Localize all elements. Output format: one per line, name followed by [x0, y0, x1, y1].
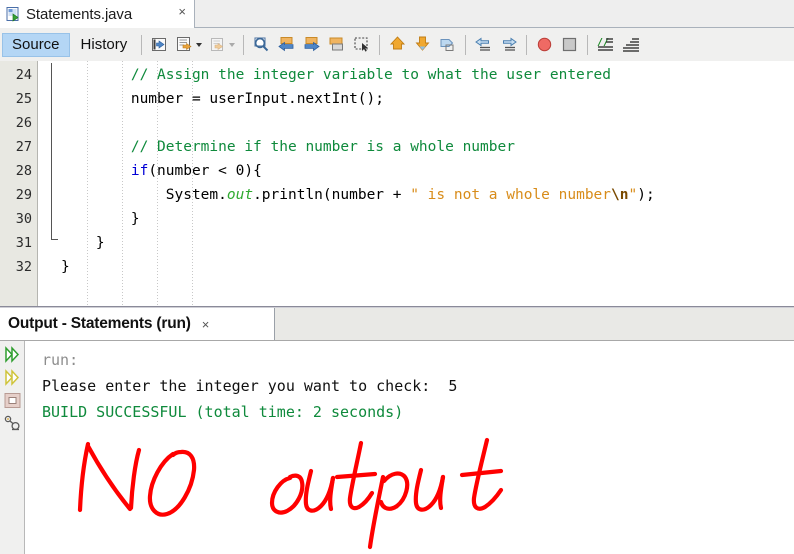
code-token: " — [628, 187, 638, 203]
code-line[interactable]: if(number < 0){ — [61, 159, 262, 183]
toolbar-group-find — [249, 34, 374, 55]
rerun-icon[interactable] — [3, 345, 22, 364]
toolbar-separator — [243, 34, 245, 55]
toolbar-group-navigation — [147, 34, 238, 55]
code-line[interactable]: } — [61, 255, 70, 279]
line-number: 24 — [15, 67, 32, 83]
output-line: BUILD SUCCESSFUL (total time: 2 seconds) — [42, 403, 404, 421]
toggle-bookmark-tag-icon[interactable] — [437, 34, 458, 55]
line-number: 26 — [15, 115, 32, 131]
last-edit-icon[interactable] — [149, 34, 170, 55]
previous-bookmark-icon[interactable] — [207, 34, 228, 55]
toggle-rectangular-selection-icon[interactable] — [351, 34, 372, 55]
editor-tab-strip: Statements.java × — [0, 0, 794, 28]
stop-macro-recording-icon[interactable] — [559, 34, 580, 55]
file-tab-label: Statements.java — [26, 5, 133, 23]
editor-toolbar: Source History // — [0, 28, 794, 62]
close-icon[interactable]: × — [202, 317, 210, 332]
code-line[interactable]: } — [61, 231, 105, 255]
code-token: number = userInput.nextInt(); — [61, 91, 385, 107]
toolbar-separator — [465, 34, 467, 55]
output-side-toolbar — [0, 341, 25, 554]
code-line[interactable]: number = userInput.nextInt(); — [61, 87, 384, 111]
code-token: } — [61, 211, 140, 227]
shift-left-icon[interactable] — [473, 34, 494, 55]
line-number: 28 — [15, 163, 32, 179]
chevron-down-disabled-icon — [229, 41, 236, 48]
find-selection-icon[interactable] — [251, 34, 272, 55]
output-body: run: Please enter the integer you want to… — [0, 340, 794, 554]
java-file-icon — [5, 6, 22, 23]
line-number: 30 — [15, 211, 32, 227]
code-line[interactable]: // Assign the integer variable to what t… — [61, 63, 611, 87]
code-text-area[interactable]: // Assign the integer variable to what t… — [61, 61, 794, 306]
output-tab[interactable]: Output - Statements (run) × — [0, 308, 275, 340]
toolbar-group-bookmarks — [385, 34, 460, 55]
output-line: run: — [42, 351, 79, 369]
tab-history[interactable]: History — [72, 33, 137, 57]
rerun-alternate-icon[interactable] — [3, 368, 22, 387]
line-number: 25 — [15, 91, 32, 107]
output-tab-label: Output - Statements (run) — [8, 315, 191, 332]
comment-icon[interactable]: // — [595, 34, 616, 55]
code-line[interactable]: } — [61, 207, 140, 231]
stop-icon[interactable] — [3, 391, 22, 410]
netbeans-window: Statements.java × Source History // 24 2… — [0, 0, 794, 554]
code-token: \n — [611, 187, 629, 203]
output-window: Output - Statements (run) × run: Please … — [0, 308, 794, 554]
toolbar-separator — [587, 34, 589, 55]
code-token: // Assign the integer variable to what t… — [130, 67, 611, 83]
shift-right-icon[interactable] — [498, 34, 519, 55]
file-tab-statements-java[interactable]: Statements.java × — [0, 0, 195, 28]
code-token: " is not a whole number — [410, 187, 612, 203]
chevron-down-icon[interactable] — [196, 41, 203, 48]
code-line[interactable]: // Determine if the number is a whole nu… — [61, 135, 515, 159]
code-token: .println(number + — [253, 187, 411, 203]
find-next-icon[interactable] — [301, 34, 322, 55]
code-token: } — [61, 259, 70, 275]
toggle-bookmark-icon[interactable] — [174, 34, 195, 55]
toolbar-group-shift — [471, 34, 521, 55]
fold-bracket[interactable] — [51, 63, 58, 240]
toolbar-separator — [526, 34, 528, 55]
close-icon[interactable]: × — [178, 5, 186, 19]
toolbar-separator — [141, 34, 143, 55]
uncomment-icon[interactable] — [620, 34, 641, 55]
code-token: if — [130, 163, 149, 179]
code-token: ); — [637, 187, 655, 203]
output-tab-row: Output - Statements (run) × — [0, 308, 794, 340]
line-number-gutter: 24 25 26 27 28 29 30 31 32 — [0, 61, 38, 306]
line-number: 27 — [15, 139, 32, 155]
code-line[interactable]: System.out.println(number + " is not a w… — [61, 183, 655, 207]
next-bookmark-arrow-icon[interactable] — [412, 34, 433, 55]
tab-source[interactable]: Source — [2, 32, 70, 57]
code-token: } — [61, 235, 105, 251]
output-line: Please enter the integer you want to che… — [42, 377, 458, 395]
previous-bookmark-arrow-icon[interactable] — [387, 34, 408, 55]
attach-debugger-icon[interactable] — [3, 414, 22, 433]
code-token: // Determine if the number is a whole nu… — [130, 139, 515, 155]
toggle-highlight-icon[interactable] — [326, 34, 347, 55]
toolbar-separator — [379, 34, 381, 55]
code-token: out — [226, 187, 254, 203]
start-macro-recording-icon[interactable] — [534, 34, 555, 55]
code-editor[interactable]: 24 25 26 27 28 29 30 31 32 // Assign the integer… — [0, 61, 794, 306]
code-fold-column[interactable] — [39, 61, 61, 306]
toolbar-group-comment: // — [593, 34, 643, 55]
line-number: 31 — [15, 235, 32, 251]
code-token: System. — [61, 187, 227, 203]
line-number: 29 — [15, 187, 32, 203]
toolbar-group-macro — [532, 34, 582, 55]
line-number: 32 — [15, 259, 32, 275]
code-token: (number < 0){ — [148, 163, 262, 179]
output-text-area[interactable]: run: Please enter the integer you want to… — [26, 341, 794, 554]
find-previous-icon[interactable] — [276, 34, 297, 55]
